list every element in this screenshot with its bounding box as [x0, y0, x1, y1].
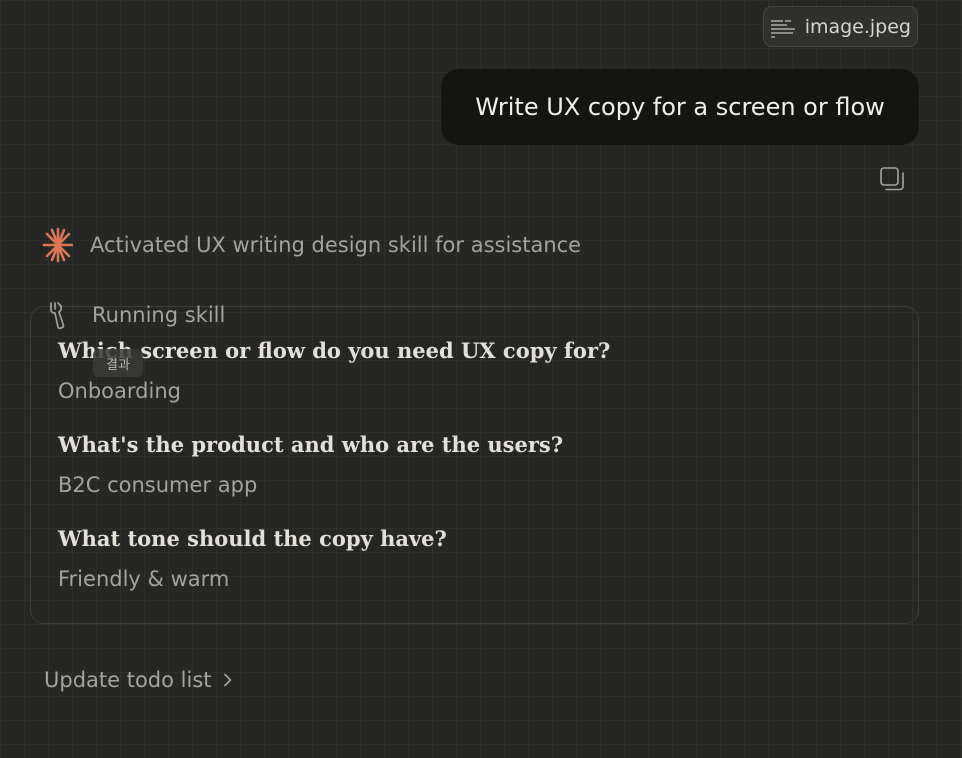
- copy-button[interactable]: [878, 166, 906, 194]
- image-thumbnail-icon: [768, 14, 795, 40]
- user-message: Write UX copy for a screen or flow: [441, 69, 919, 145]
- answer-text: Onboarding: [58, 379, 181, 403]
- qa-item: What's the product and who are the users…: [58, 431, 563, 499]
- qa-item: What tone should the copy have? Friendly…: [58, 525, 447, 593]
- result-tooltip: 결과: [93, 349, 143, 377]
- answer-text: Friendly & warm: [58, 567, 230, 591]
- update-todo-list-button[interactable]: Update todo list: [44, 668, 234, 692]
- attachment-filename: image.jpeg: [804, 15, 911, 38]
- skill-status: Activated UX writing design skill for as…: [42, 227, 581, 263]
- question-text: What tone should the copy have?: [58, 526, 447, 551]
- wrench-icon: [50, 302, 65, 330]
- copy-icon: [880, 167, 904, 191]
- attachment-chip[interactable]: image.jpeg: [763, 6, 918, 47]
- tool-call-label: Running skill: [92, 303, 226, 327]
- answer-text: B2C consumer app: [58, 473, 258, 497]
- update-todo-list-label: Update todo list: [44, 668, 212, 692]
- skill-status-text: Activated UX writing design skill for as…: [90, 233, 582, 257]
- chevron-right-icon: [223, 673, 231, 687]
- question-text: What's the product and who are the users…: [58, 432, 564, 457]
- sparkle-icon: [42, 227, 74, 263]
- tool-call-row[interactable]: Running skill: [46, 300, 225, 330]
